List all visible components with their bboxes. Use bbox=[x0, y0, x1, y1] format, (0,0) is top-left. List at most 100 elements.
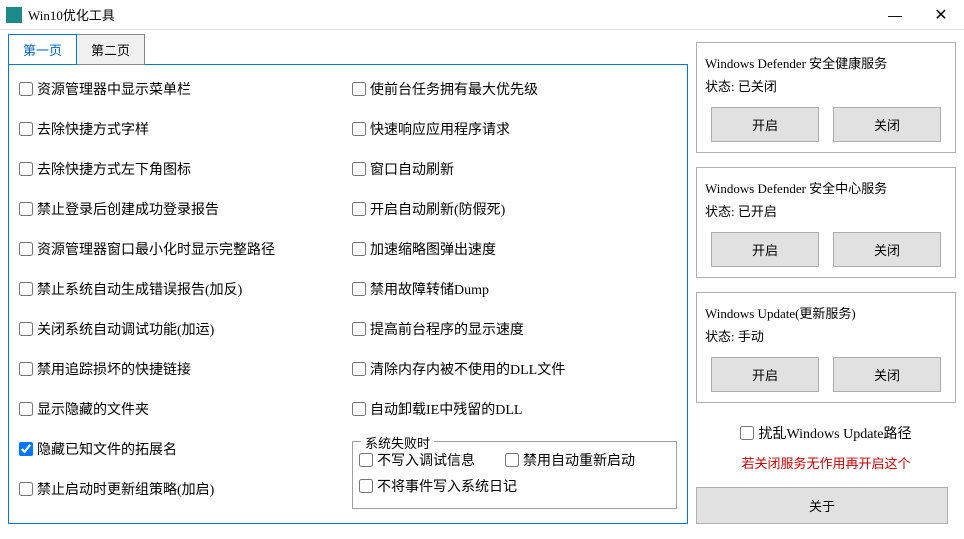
info-area: 扰乱Windows Update路径 若关闭服务无作用再开启这个 bbox=[696, 423, 956, 472]
service-title: Windows Defender 安全健康服务 bbox=[705, 53, 947, 72]
checkbox[interactable] bbox=[19, 322, 33, 336]
checkbox[interactable] bbox=[359, 479, 373, 493]
checkbox[interactable] bbox=[19, 162, 33, 176]
checkbox[interactable] bbox=[19, 482, 33, 496]
checkbox[interactable] bbox=[19, 82, 33, 96]
status-value: 手动 bbox=[738, 329, 764, 344]
tab-content: 资源管理器中显示菜单栏 去除快捷方式字样 去除快捷方式左下角图标 禁止登录后创建… bbox=[8, 64, 688, 524]
defender-health-off-button[interactable]: 关闭 bbox=[833, 107, 941, 142]
service-status: 状态: 手动 bbox=[705, 326, 947, 345]
checkbox[interactable] bbox=[19, 442, 33, 456]
chk-no-event-log[interactable]: 不将事件写入系统日记 bbox=[359, 476, 517, 496]
chk-label: 快速响应应用程序请求 bbox=[370, 119, 510, 139]
chk-disable-gp-update[interactable]: 禁止启动时更新组策略(加启) bbox=[19, 479, 344, 499]
chk-show-hidden[interactable]: 显示隐藏的文件夹 bbox=[19, 399, 344, 419]
checkbox[interactable] bbox=[352, 122, 366, 136]
checkbox[interactable] bbox=[352, 282, 366, 296]
chk-disable-auto-debug[interactable]: 关闭系统自动调试功能(加运) bbox=[19, 319, 344, 339]
chk-explorer-menubar[interactable]: 资源管理器中显示菜单栏 bbox=[19, 79, 344, 99]
windows-update-on-button[interactable]: 开启 bbox=[711, 357, 819, 392]
defender-center-off-button[interactable]: 关闭 bbox=[833, 232, 941, 267]
chk-disable-error-report[interactable]: 禁止系统自动生成错误报告(加反) bbox=[19, 279, 344, 299]
chk-label: 加速缩略图弹出速度 bbox=[370, 239, 496, 259]
status-label: 状态: bbox=[705, 204, 735, 219]
chk-label: 禁用追踪损坏的快捷链接 bbox=[37, 359, 191, 379]
chk-auto-refresh-antifreeze[interactable]: 开启自动刷新(防假死) bbox=[352, 199, 677, 219]
tab-page2[interactable]: 第二页 bbox=[76, 34, 145, 65]
chk-show-full-path[interactable]: 资源管理器窗口最小化时显示完整路径 bbox=[19, 239, 344, 259]
chk-disable-auto-restart[interactable]: 禁用自动重新启动 bbox=[505, 450, 635, 470]
chk-fast-response[interactable]: 快速响应应用程序请求 bbox=[352, 119, 677, 139]
chk-label: 禁止登录后创建成功登录报告 bbox=[37, 199, 219, 219]
status-label: 状态: bbox=[705, 329, 735, 344]
close-button[interactable]: ✕ bbox=[918, 0, 964, 30]
chk-foreground-display[interactable]: 提高前台程序的显示速度 bbox=[352, 319, 677, 339]
chk-label: 开启自动刷新(防假死) bbox=[370, 199, 505, 219]
chk-thumbnail-speed[interactable]: 加速缩略图弹出速度 bbox=[352, 239, 677, 259]
checkbox[interactable] bbox=[740, 426, 754, 440]
chk-clear-unused-dll[interactable]: 清除内存内被不使用的DLL文件 bbox=[352, 359, 677, 379]
chk-disable-login-report[interactable]: 禁止登录后创建成功登录报告 bbox=[19, 199, 344, 219]
service-title: Windows Defender 安全中心服务 bbox=[705, 178, 947, 197]
chk-label: 清除内存内被不使用的DLL文件 bbox=[370, 359, 565, 379]
chk-disturb-update-path[interactable]: 扰乱Windows Update路径 bbox=[740, 423, 911, 443]
window-title: Win10优化工具 bbox=[28, 5, 872, 24]
service-defender-health: Windows Defender 安全健康服务 状态: 已关闭 开启 关闭 bbox=[696, 42, 956, 153]
checkbox[interactable] bbox=[359, 453, 373, 467]
chk-remove-shortcut-icon[interactable]: 去除快捷方式左下角图标 bbox=[19, 159, 344, 179]
tab-page1[interactable]: 第一页 bbox=[8, 34, 77, 65]
system-fail-group: 系统失败时 不写入调试信息 禁用自动重新启动 不将事件写入系统日记 bbox=[352, 441, 677, 509]
chk-label: 资源管理器窗口最小化时显示完整路径 bbox=[37, 239, 275, 259]
checkbox[interactable] bbox=[352, 162, 366, 176]
service-windows-update: Windows Update(更新服务) 状态: 手动 开启 关闭 bbox=[696, 292, 956, 403]
chk-label: 自动卸载IE中残留的DLL bbox=[370, 399, 522, 419]
checkbox[interactable] bbox=[19, 122, 33, 136]
chk-hide-extensions[interactable]: 隐藏已知文件的拓展名 bbox=[19, 439, 344, 459]
chk-disable-broken-links[interactable]: 禁用追踪损坏的快捷链接 bbox=[19, 359, 344, 379]
chk-label: 资源管理器中显示菜单栏 bbox=[37, 79, 191, 99]
checkbox[interactable] bbox=[505, 453, 519, 467]
minimize-button[interactable]: — bbox=[872, 0, 918, 30]
chk-label: 禁用自动重新启动 bbox=[523, 450, 635, 470]
service-status: 状态: 已开启 bbox=[705, 201, 947, 220]
chk-label: 窗口自动刷新 bbox=[370, 159, 454, 179]
checkbox[interactable] bbox=[352, 242, 366, 256]
chk-label: 关闭系统自动调试功能(加运) bbox=[37, 319, 214, 339]
checkbox[interactable] bbox=[352, 362, 366, 376]
left-column: 资源管理器中显示菜单栏 去除快捷方式字样 去除快捷方式左下角图标 禁止登录后创建… bbox=[19, 79, 344, 509]
titlebar: Win10优化工具 — ✕ bbox=[0, 0, 964, 30]
checkbox[interactable] bbox=[19, 282, 33, 296]
chk-disable-dump[interactable]: 禁用故障转储Dump bbox=[352, 279, 677, 299]
checkbox[interactable] bbox=[352, 202, 366, 216]
chk-label: 不写入调试信息 bbox=[377, 450, 475, 470]
chk-label: 使前台任务拥有最大优先级 bbox=[370, 79, 538, 99]
about-button[interactable]: 关于 bbox=[696, 487, 948, 524]
checkbox[interactable] bbox=[19, 202, 33, 216]
chk-auto-refresh[interactable]: 窗口自动刷新 bbox=[352, 159, 677, 179]
checkbox[interactable] bbox=[19, 242, 33, 256]
defender-center-on-button[interactable]: 开启 bbox=[711, 232, 819, 267]
chk-label: 提高前台程序的显示速度 bbox=[370, 319, 524, 339]
chk-foreground-priority[interactable]: 使前台任务拥有最大优先级 bbox=[352, 79, 677, 99]
service-title: Windows Update(更新服务) bbox=[705, 303, 947, 322]
window-controls: — ✕ bbox=[872, 0, 964, 30]
right-column: 使前台任务拥有最大优先级 快速响应应用程序请求 窗口自动刷新 开启自动刷新(防假… bbox=[352, 79, 677, 509]
chk-label: 隐藏已知文件的拓展名 bbox=[37, 439, 177, 459]
chk-label: 禁止启动时更新组策略(加启) bbox=[37, 479, 214, 499]
chk-remove-shortcut-text[interactable]: 去除快捷方式字样 bbox=[19, 119, 344, 139]
chk-unload-ie-dll[interactable]: 自动卸载IE中残留的DLL bbox=[352, 399, 677, 419]
left-panel: 第一页 第二页 资源管理器中显示菜单栏 去除快捷方式字样 去除快捷方式左下角图标… bbox=[8, 34, 688, 524]
checkbox[interactable] bbox=[19, 362, 33, 376]
status-value: 已关闭 bbox=[738, 79, 777, 94]
chk-no-debug-info[interactable]: 不写入调试信息 bbox=[359, 450, 475, 470]
chk-label: 去除快捷方式左下角图标 bbox=[37, 159, 191, 179]
checkbox[interactable] bbox=[352, 402, 366, 416]
status-value: 已开启 bbox=[738, 204, 777, 219]
checkbox[interactable] bbox=[352, 322, 366, 336]
defender-health-on-button[interactable]: 开启 bbox=[711, 107, 819, 142]
checkbox[interactable] bbox=[19, 402, 33, 416]
right-panel: Windows Defender 安全健康服务 状态: 已关闭 开启 关闭 Wi… bbox=[696, 34, 956, 524]
windows-update-off-button[interactable]: 关闭 bbox=[833, 357, 941, 392]
warning-text: 若关闭服务无作用再开启这个 bbox=[741, 453, 910, 472]
checkbox[interactable] bbox=[352, 82, 366, 96]
